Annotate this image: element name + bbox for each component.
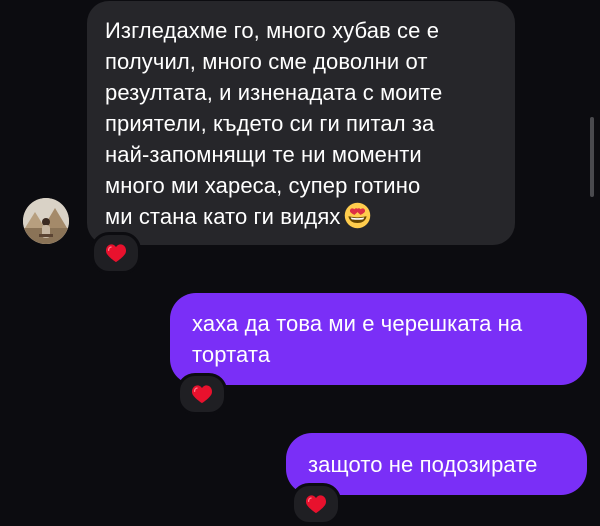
- incoming-message-bubble[interactable]: Изгледахме го, много хубав се е получил,…: [87, 1, 515, 245]
- message-line-last: ми стана като ги видях: [105, 201, 497, 232]
- message-line-text: ми стана като ги видях: [105, 204, 341, 229]
- message-line: защото не подозирате: [308, 452, 538, 477]
- outgoing-message-bubble[interactable]: хаха да това ми е черешката на тортата: [170, 293, 587, 385]
- heart-reaction[interactable]: [177, 373, 227, 415]
- message-line: хаха да това ми е черешката на: [192, 311, 523, 336]
- message-line: получил, много сме доволни от: [105, 49, 428, 74]
- red-heart-icon: [305, 495, 327, 514]
- heart-reaction[interactable]: [291, 483, 341, 525]
- avatar-photo-icon: [23, 198, 69, 244]
- message-line: тортата: [192, 342, 271, 367]
- message-line: най-запомнящи те ни моменти: [105, 142, 422, 167]
- message-line: Изгледахме го, много хубав се е: [105, 18, 440, 43]
- message-line: резултата, и изненадата с моите: [105, 80, 443, 105]
- message-line: много ми хареса, супер готино: [105, 173, 421, 198]
- message-line: приятели, където си ги питал за: [105, 111, 435, 136]
- avatar[interactable]: [23, 198, 69, 244]
- heart-eyes-emoji-icon: [345, 202, 371, 229]
- heart-reaction[interactable]: [91, 232, 141, 274]
- scrollbar-thumb[interactable]: [590, 117, 594, 197]
- red-heart-icon: [105, 244, 127, 263]
- red-heart-icon: [191, 385, 213, 404]
